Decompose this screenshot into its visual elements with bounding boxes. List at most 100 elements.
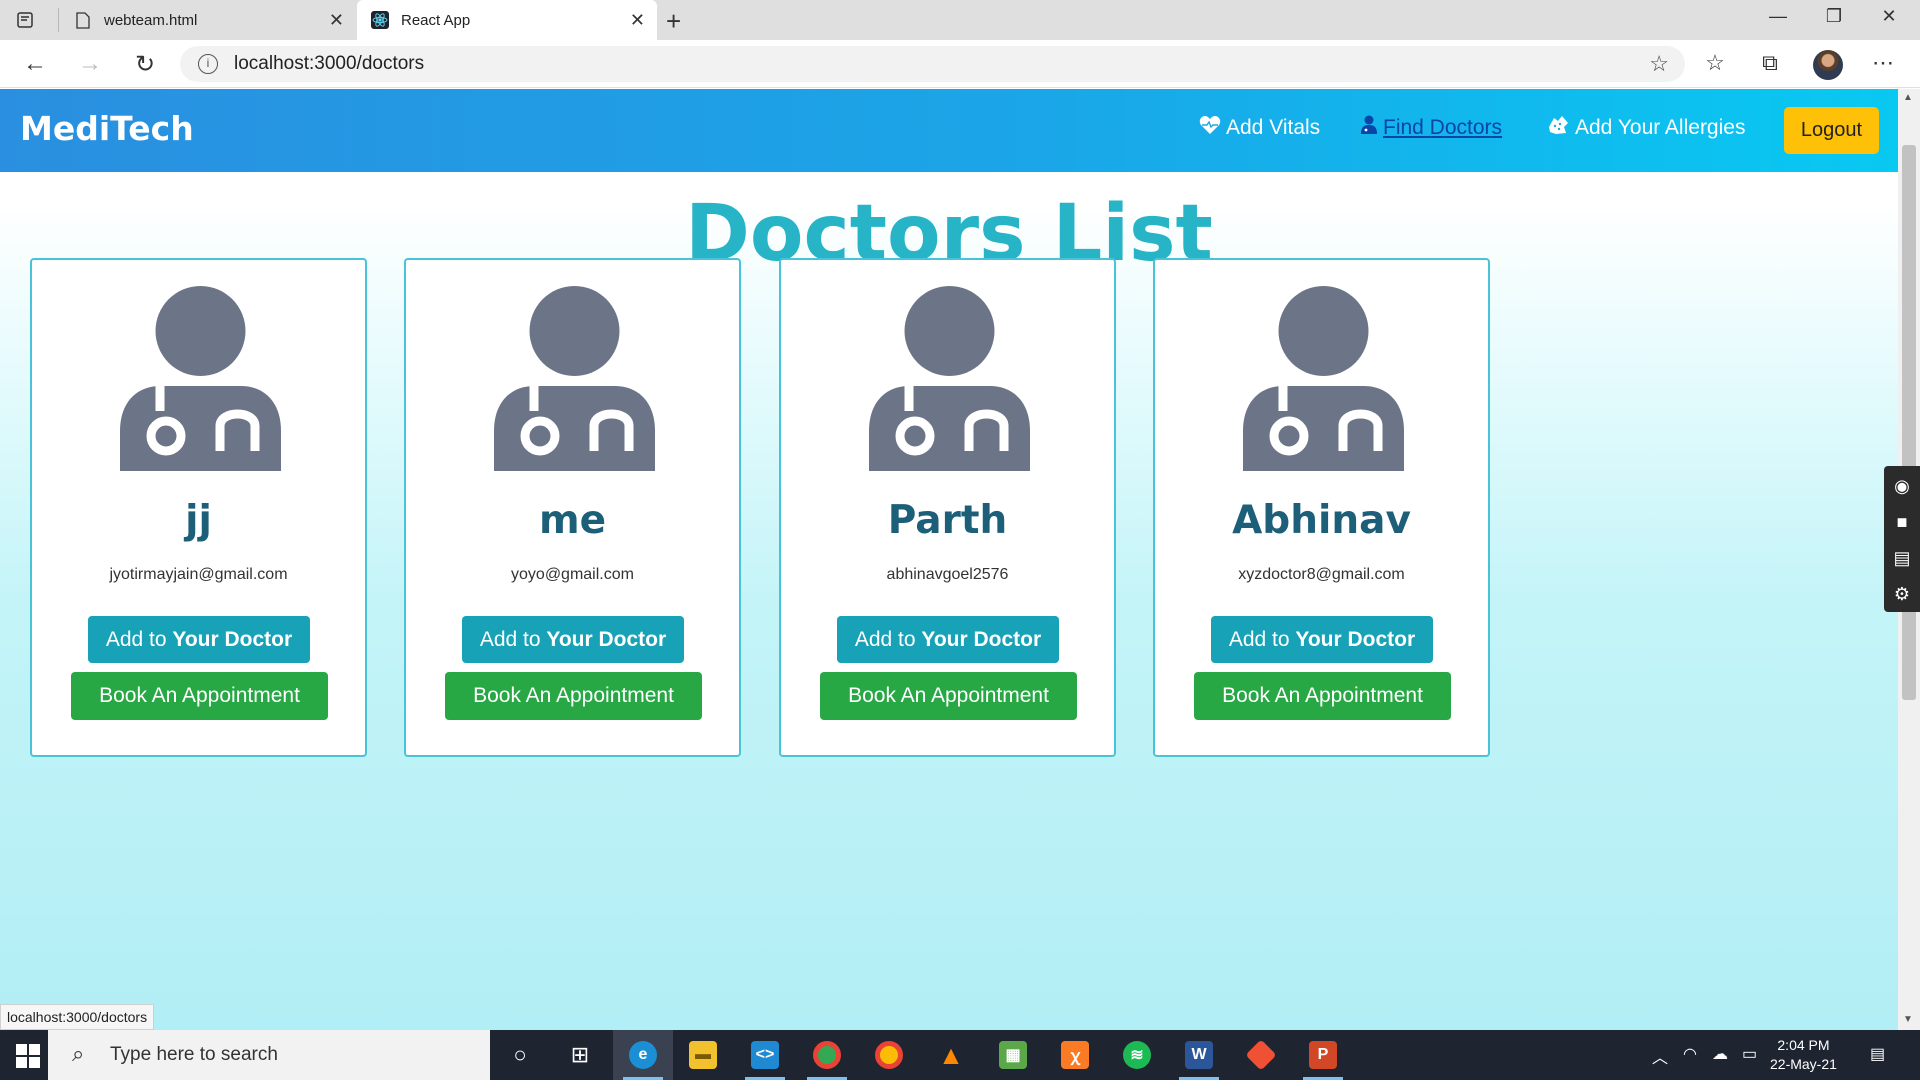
- address-bar[interactable]: i localhost:3000/doctors ☆: [180, 46, 1685, 82]
- react-logo-icon: [371, 11, 389, 29]
- book-appointment-button[interactable]: Book An Appointment: [445, 672, 702, 720]
- close-window-icon[interactable]: ✕: [1866, 6, 1912, 27]
- xampp-icon[interactable]: ꭓ: [1045, 1030, 1105, 1080]
- notifications-icon[interactable]: ▤: [1870, 1044, 1885, 1064]
- doctor-card: me yoyo@gmail.com Add to Your Doctor Boo…: [404, 258, 741, 757]
- image-app-icon[interactable]: ▦: [983, 1030, 1043, 1080]
- add-to-your-doctor-button[interactable]: Add to Your Doctor: [462, 616, 684, 663]
- brand-logo[interactable]: MediTech: [20, 109, 194, 148]
- scroll-down-icon[interactable]: ▼: [1903, 1014, 1913, 1025]
- doctor-card: Abhinav xyzdoctor8@gmail.com Add to Your…: [1153, 258, 1490, 757]
- file-explorer-icon[interactable]: ▬: [673, 1030, 733, 1080]
- add-to-your-doctor-button[interactable]: Add to Your Doctor: [88, 616, 310, 663]
- app-navbar: MediTech Add Vitals Find Doctors Add You…: [0, 89, 1898, 172]
- search-icon: ⌕: [72, 1041, 85, 1066]
- back-icon[interactable]: ←: [20, 50, 50, 78]
- task-view-icon[interactable]: ⊞: [550, 1030, 610, 1080]
- status-bar-url: localhost:3000/doctors: [0, 1004, 155, 1030]
- add-to-your-doctor-button[interactable]: Add to Your Doctor: [1211, 616, 1433, 663]
- camera-icon[interactable]: ◉: [1884, 470, 1920, 502]
- clock-date: 22-May-21: [1770, 1056, 1837, 1072]
- show-hidden-icons-icon[interactable]: ︿: [1652, 1044, 1668, 1068]
- doctor-card: jj jyotirmayjain@gmail.com Add to Your D…: [30, 258, 367, 757]
- doctor-name: jj: [185, 498, 212, 543]
- page-viewport: Doctors List MediTech Add Vitals Find Do…: [0, 89, 1898, 1030]
- scroll-up-icon[interactable]: ▲: [1903, 92, 1913, 103]
- book-appointment-button[interactable]: Book An Appointment: [1194, 672, 1451, 720]
- site-info-icon[interactable]: i: [198, 54, 218, 74]
- settings-gear-icon[interactable]: ⚙: [1884, 578, 1920, 610]
- doctor-name: Abhinav: [1232, 498, 1411, 543]
- clock-time: 2:04 PM: [1777, 1037, 1830, 1053]
- network-icon[interactable]: ☁: [1712, 1044, 1728, 1064]
- refresh-icon[interactable]: ↻: [130, 50, 160, 79]
- search-placeholder: Type here to search: [110, 1044, 278, 1065]
- more-options-icon[interactable]: ⋯: [1868, 50, 1898, 76]
- tab-separator: [58, 8, 59, 32]
- chrome-icon[interactable]: [797, 1030, 857, 1080]
- chrome-profile-icon[interactable]: [859, 1030, 919, 1080]
- add-favorite-icon[interactable]: ☆: [1649, 51, 1669, 77]
- restore-icon[interactable]: ❐: [1811, 6, 1857, 27]
- nav-link-label: Find Doctors: [1383, 116, 1503, 139]
- vlc-icon[interactable]: ▲: [921, 1030, 981, 1080]
- allergies-icon: [1546, 115, 1570, 141]
- doctor-avatar-icon: [869, 286, 1030, 471]
- doctor-email: xyzdoctor8@gmail.com: [1238, 566, 1405, 583]
- scrollbar-thumb[interactable]: [1902, 145, 1916, 700]
- add-to-your-doctor-button[interactable]: Add to Your Doctor: [837, 616, 1059, 663]
- gallery-icon[interactable]: ▤: [1884, 542, 1920, 574]
- browser-tab-webteam[interactable]: webteam.html ✕: [62, 0, 356, 40]
- doctor-email: jyotirmayjain@gmail.com: [109, 566, 288, 583]
- nav-add-allergies[interactable]: Add Your Allergies: [1546, 115, 1745, 141]
- git-icon[interactable]: [1231, 1030, 1291, 1080]
- forward-icon[interactable]: →: [75, 50, 105, 78]
- taskbar-search-box[interactable]: ⌕ Type here to search: [48, 1030, 490, 1080]
- battery-icon[interactable]: ▭: [1742, 1044, 1757, 1064]
- favorites-icon[interactable]: ☆: [1700, 50, 1730, 76]
- user-doctor-icon: [1360, 115, 1378, 141]
- collections-icon[interactable]: ⧉: [1755, 50, 1785, 76]
- doctor-avatar-icon: [1243, 286, 1404, 471]
- tab-actions-icon[interactable]: [14, 9, 36, 31]
- profile-avatar[interactable]: [1813, 50, 1843, 80]
- url-text[interactable]: localhost:3000/doctors: [234, 53, 424, 75]
- minimize-icon[interactable]: —: [1755, 6, 1801, 27]
- windows-taskbar: ⌕ Type here to search ○ ⊞ e ▬ <> ▲ ▦ ꭓ ≋…: [0, 1030, 1920, 1080]
- nav-link-label: Add Vitals: [1226, 116, 1321, 139]
- browser-tab-react-app[interactable]: React App ✕: [357, 0, 657, 40]
- wifi-icon[interactable]: ◠: [1683, 1044, 1697, 1064]
- nav-add-vitals[interactable]: Add Vitals: [1199, 115, 1320, 141]
- nav-link-label: Add Your Allergies: [1575, 116, 1746, 139]
- edge-browser-icon[interactable]: e: [613, 1030, 673, 1080]
- spotify-icon[interactable]: ≋: [1107, 1030, 1167, 1080]
- book-appointment-button[interactable]: Book An Appointment: [71, 672, 328, 720]
- doctor-email: yoyo@gmail.com: [511, 566, 634, 583]
- doctor-name: me: [538, 498, 607, 543]
- nav-find-doctors[interactable]: Find Doctors: [1360, 115, 1502, 141]
- capture-toolbar: ◉ ■ ▤ ⚙: [1884, 466, 1920, 612]
- taskbar-clock[interactable]: 2:04 PM 22-May-21: [1770, 1036, 1837, 1074]
- logout-button[interactable]: Logout: [1784, 107, 1879, 154]
- video-icon[interactable]: ■: [1884, 506, 1920, 538]
- doctor-avatar-icon: [494, 286, 655, 471]
- book-appointment-button[interactable]: Book An Appointment: [820, 672, 1077, 720]
- heartbeat-icon: [1199, 115, 1221, 141]
- address-toolbar: ← → ↻ i localhost:3000/doctors ☆ ☆ ⧉ ⋯: [0, 40, 1920, 88]
- tab-title: webteam.html: [104, 11, 198, 29]
- browser-tab-strip: webteam.html ✕ React App ✕ + — ❐ ✕: [0, 0, 1920, 40]
- doctor-avatar-icon: [120, 286, 281, 471]
- doctor-name: Parth: [887, 498, 1008, 543]
- vscode-icon[interactable]: <>: [735, 1030, 795, 1080]
- tab-title: React App: [401, 11, 471, 29]
- powerpoint-icon[interactable]: P: [1293, 1030, 1353, 1080]
- cortana-icon[interactable]: ○: [490, 1030, 550, 1080]
- close-tab-icon[interactable]: ✕: [630, 10, 645, 31]
- document-icon: [74, 11, 92, 29]
- doctor-card: Parth abhinavgoel2576 Add to Your Doctor…: [779, 258, 1116, 757]
- close-tab-icon[interactable]: ✕: [329, 10, 344, 31]
- doctor-email: abhinavgoel2576: [886, 566, 1009, 583]
- new-tab-icon[interactable]: +: [666, 6, 681, 37]
- word-icon[interactable]: W: [1169, 1030, 1229, 1080]
- windows-start-icon[interactable]: [16, 1044, 40, 1068]
